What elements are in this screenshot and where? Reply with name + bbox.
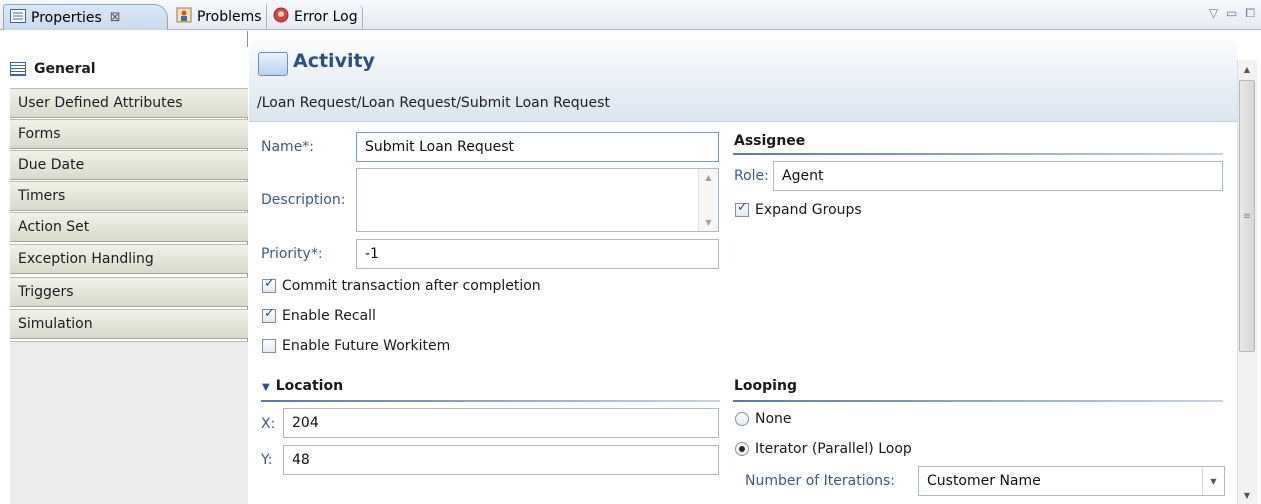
sidebar-item-label: Triggers: [18, 284, 74, 300]
sidebar-item-action-set[interactable]: Action Set: [10, 212, 248, 242]
view-menu-icon[interactable]: ▽: [1209, 6, 1218, 21]
sidebar-item-user-defined-attributes[interactable]: User Defined Attributes: [10, 88, 248, 118]
scroll-down-icon[interactable]: ▼: [705, 218, 711, 227]
chevron-down-icon[interactable]: ▼: [1202, 467, 1224, 495]
expand-groups-checkbox[interactable]: Expand Groups: [735, 200, 862, 218]
description-label: Description:: [261, 192, 346, 208]
sidebar-item-general[interactable]: General: [0, 47, 248, 91]
grip-icon: ≡: [1242, 210, 1252, 222]
error-log-icon: [273, 7, 289, 27]
name-field[interactable]: Submit Loan Request: [356, 132, 719, 162]
collapse-twisty-icon[interactable]: ▼: [262, 382, 270, 393]
loop-none-radio[interactable]: None: [735, 411, 792, 427]
y-field[interactable]: 48: [283, 445, 719, 475]
tab-label: Problems: [197, 9, 262, 25]
x-label: X:: [261, 416, 276, 432]
iterations-dropdown[interactable]: Customer Name ▼: [918, 466, 1225, 496]
checkbox-icon[interactable]: [262, 276, 276, 293]
sidebar-item-triggers[interactable]: Triggers: [10, 277, 248, 307]
problems-icon: [176, 7, 192, 27]
sidebar-item-timers[interactable]: Timers: [10, 181, 248, 211]
iterations-label: Number of Iterations:: [745, 473, 896, 489]
tab-label: Error Log: [294, 9, 358, 25]
sidebar-item-simulation[interactable]: Simulation: [10, 309, 248, 339]
sidebar-item-label: Timers: [18, 188, 66, 204]
name-label: Name*:: [261, 139, 315, 155]
properties-icon: [10, 8, 26, 27]
maximize-icon[interactable]: ⧠: [1245, 6, 1255, 21]
x-field[interactable]: 204: [283, 408, 719, 438]
priority-field[interactable]: -1: [356, 239, 719, 269]
assignee-section-rule: [733, 153, 1223, 155]
sidebar-item-due-date[interactable]: Due Date: [10, 150, 248, 180]
y-label: Y:: [261, 452, 273, 468]
sidebar-item-label: Simulation: [18, 316, 93, 332]
role-field[interactable]: Agent: [773, 161, 1223, 191]
assignee-section-title: Assignee: [734, 133, 806, 149]
loop-iterator-radio[interactable]: Iterator (Parallel) Loop: [735, 441, 912, 457]
radio-label: None: [755, 411, 792, 427]
tab-error-log[interactable]: Error Log: [267, 4, 363, 30]
dropdown-value: Customer Name: [927, 473, 1041, 489]
sidebar-item-label: Action Set: [18, 219, 90, 235]
sidebar-item-label: Forms: [18, 126, 61, 142]
checkbox-icon[interactable]: [735, 200, 749, 217]
checkbox-label: Enable Recall: [282, 308, 376, 324]
scrollbar-thumb[interactable]: ≡: [1239, 80, 1255, 352]
priority-label: Priority*:: [261, 246, 323, 262]
commit-transaction-checkbox[interactable]: Commit transaction after completion: [262, 276, 541, 294]
enable-recall-checkbox[interactable]: Enable Recall: [262, 306, 376, 324]
looping-section-rule: [733, 400, 1223, 402]
scroll-up-icon[interactable]: ▲: [1237, 60, 1257, 78]
description-scrollbar[interactable]: ▲ ▼: [698, 169, 718, 231]
scroll-down-icon[interactable]: ▼: [1237, 486, 1257, 504]
sidebar-item-label: Exception Handling: [18, 251, 154, 267]
activity-icon: [258, 52, 288, 76]
radio-icon[interactable]: [735, 412, 749, 426]
sidebar-item-exception-handling[interactable]: Exception Handling: [10, 244, 248, 274]
breadcrumb: /Loan Request/Loan Request/Submit Loan R…: [257, 95, 610, 111]
sidebar-item-forms[interactable]: Forms: [10, 119, 248, 149]
enable-future-workitem-checkbox[interactable]: Enable Future Workitem: [262, 338, 450, 354]
general-icon: [10, 62, 26, 76]
sidebar-item-label: User Defined Attributes: [18, 95, 183, 111]
tab-label: Properties: [31, 9, 102, 26]
checkbox-icon[interactable]: [262, 306, 276, 323]
location-section-title[interactable]: ▼ Location: [262, 378, 343, 394]
scroll-up-icon[interactable]: ▲: [705, 173, 711, 182]
view-controls: ▽ ▭ ⧠: [1209, 6, 1255, 21]
header-divider: [249, 121, 1237, 122]
radio-label: Iterator (Parallel) Loop: [755, 441, 912, 457]
role-label: Role:: [734, 168, 769, 184]
section-label: Location: [275, 378, 344, 394]
description-field[interactable]: ▲ ▼: [356, 168, 719, 232]
location-section-rule: [261, 400, 720, 402]
checkbox-label: Expand Groups: [755, 202, 862, 218]
tab-properties[interactable]: Properties ⊠: [3, 4, 168, 30]
radio-icon[interactable]: [735, 442, 749, 456]
close-icon[interactable]: ⊠: [110, 10, 121, 25]
tab-problems[interactable]: Problems: [170, 4, 267, 30]
sidebar-empty-area: [10, 341, 248, 504]
checkbox-icon[interactable]: [262, 339, 276, 353]
checkbox-label: Enable Future Workitem: [282, 338, 451, 354]
minimize-icon[interactable]: ▭: [1226, 6, 1237, 21]
sidebar-item-label: Due Date: [18, 157, 85, 173]
looping-section-title: Looping: [734, 378, 797, 394]
sidebar-item-label: General: [34, 61, 96, 77]
checkbox-label: Commit transaction after completion: [282, 278, 541, 294]
page-title: Activity: [293, 50, 375, 72]
view-tab-bar: Properties ⊠ Problems Error Log ▽ ▭ ⧠: [0, 0, 1261, 30]
